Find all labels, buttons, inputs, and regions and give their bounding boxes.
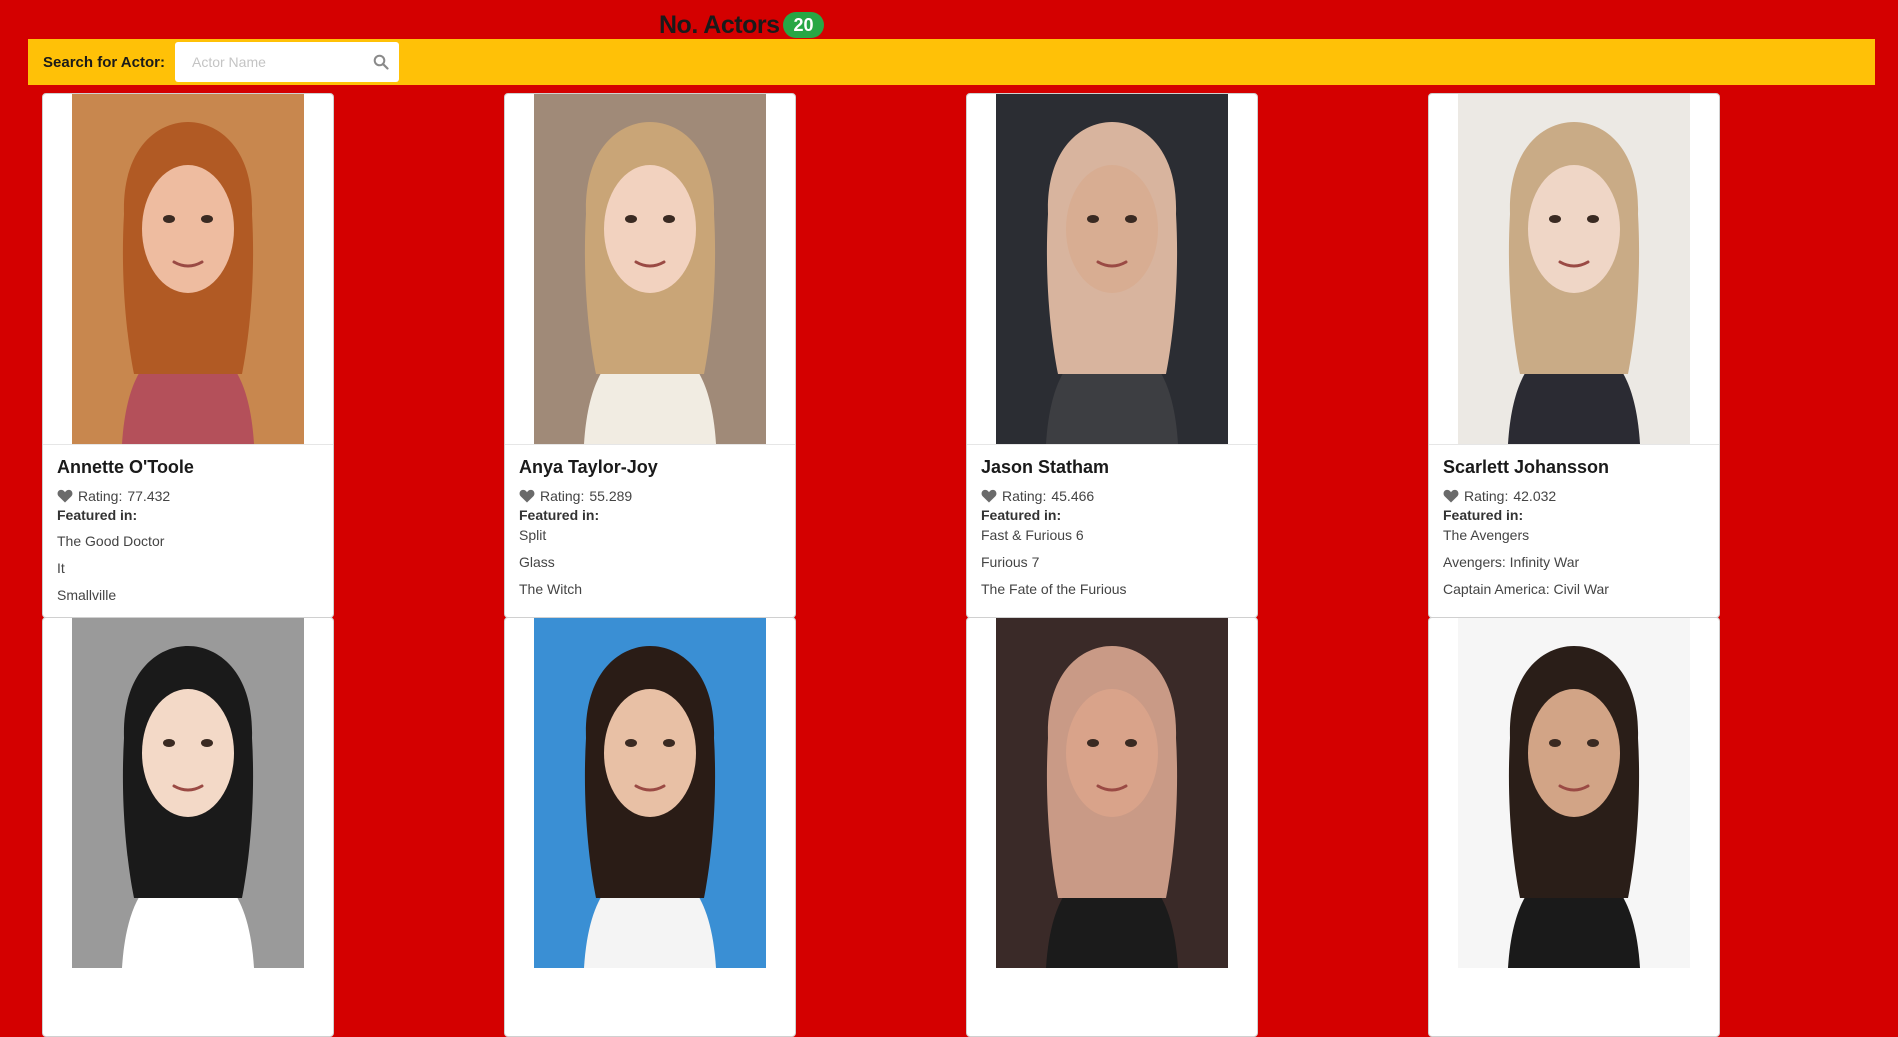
featured-film-item[interactable]: The Avengers	[1443, 525, 1705, 545]
actor-photo[interactable]	[534, 618, 766, 968]
featured-film-item[interactable]: Split	[519, 525, 781, 545]
featured-film-item[interactable]: Avengers: Infinity War	[1443, 552, 1705, 572]
actor-card[interactable]	[42, 617, 334, 1037]
featured-in-label: Featured in:	[519, 507, 600, 523]
featured-film-item[interactable]: Furious 7	[981, 552, 1243, 572]
featured-film-item[interactable]: The Witch	[519, 579, 781, 599]
title-group: No. Actors 20	[659, 10, 824, 40]
actor-card-body: Jason Statham Rating: 45.466 Featured in: Fa…	[967, 444, 1257, 616]
actor-card[interactable]: Anya Taylor-Joy Rating: 55.289 Featured in:…	[504, 93, 796, 618]
actor-photo[interactable]	[534, 94, 766, 444]
featured-in-label: Featured in:	[57, 507, 138, 523]
page-title: No. Actors	[659, 11, 780, 39]
rating-value: 77.432	[127, 488, 171, 504]
rating-label: Rating:	[1002, 488, 1047, 504]
actor-name[interactable]: Jason Statham	[981, 457, 1243, 477]
heart-icon	[57, 489, 73, 503]
rating-label: Rating:	[78, 488, 123, 504]
search-input[interactable]	[189, 53, 373, 71]
actor-card[interactable]: Scarlett Johansson Rating: 42.032 Featured …	[1428, 93, 1720, 618]
actor-rating: Rating: 77.432	[57, 487, 319, 505]
actor-card[interactable]	[504, 617, 796, 1037]
actor-name[interactable]: Scarlett Johansson	[1443, 457, 1705, 477]
heart-icon	[519, 489, 535, 503]
search-bar: Search for Actor:	[28, 39, 1875, 85]
actor-card[interactable]	[1428, 617, 1720, 1037]
actor-photo[interactable]	[996, 618, 1228, 968]
page-header: No. Actors 20	[0, 10, 1898, 40]
actor-rating: Rating: 45.466	[981, 487, 1243, 505]
actor-rating: Rating: 55.289	[519, 487, 781, 505]
featured-film-item[interactable]: The Good Doctor	[57, 531, 319, 551]
featured-in-label: Featured in:	[1443, 507, 1524, 523]
actor-card[interactable]: Annette O'Toole Rating: 77.432 Featured in:…	[42, 93, 334, 618]
heart-icon	[981, 489, 997, 503]
actor-photo[interactable]	[1458, 94, 1690, 444]
actor-card-body: Annette O'Toole Rating: 77.432 Featured in:…	[43, 444, 333, 617]
actor-name[interactable]: Anya Taylor-Joy	[519, 457, 781, 477]
search-icon[interactable]	[373, 54, 389, 70]
featured-film-item[interactable]: The Fate of the Furious	[981, 579, 1243, 599]
rating-value: 45.466	[1051, 488, 1095, 504]
featured-film-item[interactable]: Smallville	[57, 585, 319, 605]
rating-value: 42.032	[1513, 488, 1557, 504]
rating-label: Rating:	[540, 488, 585, 504]
featured-film-item[interactable]: Fast & Furious 6	[981, 525, 1243, 545]
featured-film-item[interactable]: It	[57, 558, 319, 578]
featured-film-item[interactable]: Glass	[519, 552, 781, 572]
search-box[interactable]	[174, 42, 399, 82]
actor-name[interactable]: Annette O'Toole	[57, 457, 319, 477]
actor-count-badge: 20	[783, 12, 824, 38]
actor-rating: Rating: 42.032	[1443, 487, 1705, 505]
rating-label: Rating:	[1464, 488, 1509, 504]
actor-card[interactable]	[966, 617, 1258, 1037]
actor-photo[interactable]	[996, 94, 1228, 444]
featured-film-item[interactable]: Captain America: Civil War	[1443, 579, 1705, 599]
featured-in-label: Featured in:	[981, 507, 1062, 523]
rating-value: 55.289	[589, 488, 633, 504]
actor-card[interactable]: Jason Statham Rating: 45.466 Featured in: Fa…	[966, 93, 1258, 618]
search-label: Search for Actor:	[43, 53, 165, 71]
actor-photo[interactable]	[72, 618, 304, 968]
actor-card-body: Anya Taylor-Joy Rating: 55.289 Featured in:…	[505, 444, 795, 616]
heart-icon	[1443, 489, 1459, 503]
actor-photo[interactable]	[1458, 618, 1690, 968]
actor-card-body: Scarlett Johansson Rating: 42.032 Featured …	[1429, 444, 1719, 616]
actor-photo[interactable]	[72, 94, 304, 444]
